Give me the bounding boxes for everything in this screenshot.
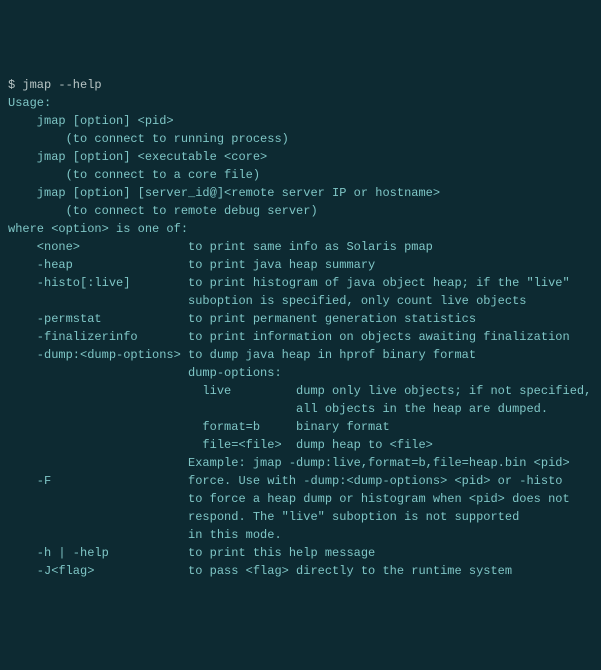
- dump-option-live: live dump only live objects; if not spec…: [8, 382, 593, 400]
- usage-line: jmap [option] [server_id@]<remote server…: [8, 184, 593, 202]
- usage-line: jmap [option] <executable <core>: [8, 148, 593, 166]
- dump-option-format: format=b binary format: [8, 418, 593, 436]
- usage-line: jmap [option] <pid>: [8, 112, 593, 130]
- usage-desc: (to connect to a core file): [8, 166, 593, 184]
- option-force-cont: in this mode.: [8, 526, 593, 544]
- terminal-output: $ jmap --helpUsage: jmap [option] <pid> …: [8, 76, 593, 580]
- option-dump: -dump:<dump-options> to dump java heap i…: [8, 346, 593, 364]
- option-histo: -histo[:live] to print histogram of java…: [8, 274, 593, 292]
- option-finalizerinfo: -finalizerinfo to print information on o…: [8, 328, 593, 346]
- usage-header: Usage:: [8, 94, 593, 112]
- option-heap: -heap to print java heap summary: [8, 256, 593, 274]
- dump-options-header: dump-options:: [8, 364, 593, 382]
- option-help: -h | -help to print this help message: [8, 544, 593, 562]
- options-header: where <option> is one of:: [8, 220, 593, 238]
- usage-desc: (to connect to running process): [8, 130, 593, 148]
- option-force-cont: to force a heap dump or histogram when <…: [8, 490, 593, 508]
- option-histo-cont: suboption is specified, only count live …: [8, 292, 593, 310]
- option-none: <none> to print same info as Solaris pma…: [8, 238, 593, 256]
- option-force: -F force. Use with -dump:<dump-options> …: [8, 472, 593, 490]
- dump-example: Example: jmap -dump:live,format=b,file=h…: [8, 454, 593, 472]
- command-line: $ jmap --help: [8, 76, 593, 94]
- usage-desc: (to connect to remote debug server): [8, 202, 593, 220]
- option-jflag: -J<flag> to pass <flag> directly to the …: [8, 562, 593, 580]
- option-permstat: -permstat to print permanent generation …: [8, 310, 593, 328]
- dump-option-live-cont: all objects in the heap are dumped.: [8, 400, 593, 418]
- dump-option-file: file=<file> dump heap to <file>: [8, 436, 593, 454]
- option-force-cont: respond. The "live" suboption is not sup…: [8, 508, 593, 526]
